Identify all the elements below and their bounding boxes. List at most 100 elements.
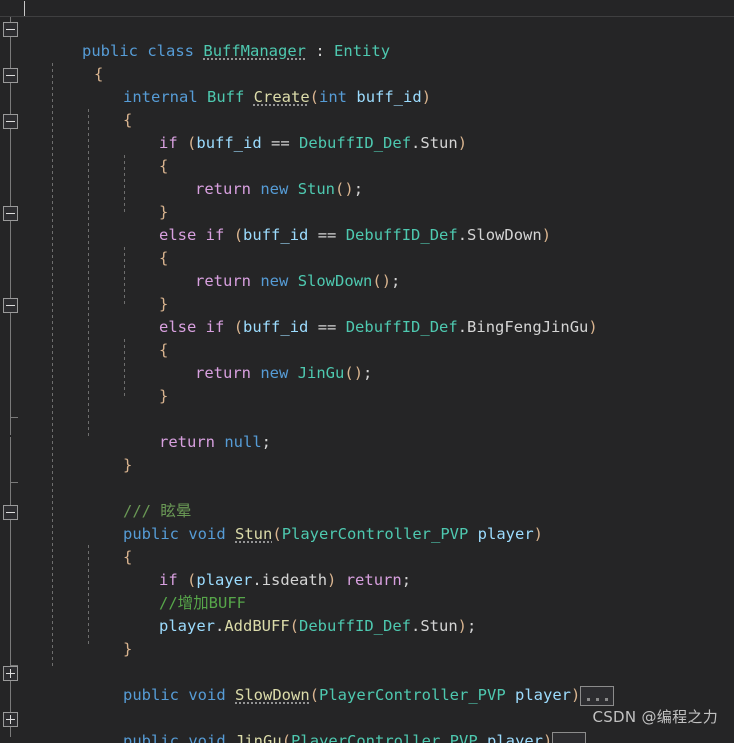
token-var-buff-id: buff_id — [243, 226, 309, 244]
code-line-16: } — [103, 362, 168, 405]
code-line-25: //增加BUFF — [103, 569, 246, 612]
token-dot: . — [457, 318, 468, 336]
token-eqeq: == — [271, 134, 290, 152]
token-type-entity: Entity — [334, 42, 391, 60]
token-lparen: ( — [372, 272, 382, 290]
fold-toggle-class[interactable] — [3, 22, 18, 37]
fold-toggle-slowdown[interactable] — [3, 666, 18, 681]
code-line-12: } — [103, 270, 168, 313]
text-cursor — [24, 1, 25, 16]
fold-toggle-create[interactable] — [3, 68, 18, 83]
token-colon: : — [315, 42, 325, 60]
code-line-31: public void JinGu(PlayerController_PVP p… — [67, 707, 587, 743]
token-var-buff-id: buff_id — [356, 88, 422, 106]
token-type-playercontroller-pvp: PlayerController_PVP — [281, 525, 469, 543]
token-type-slowdown: SlowDown — [297, 272, 373, 290]
code-line-19: } — [67, 431, 132, 474]
token-eqeq: == — [317, 226, 337, 244]
token-keyword-new: new — [260, 180, 289, 198]
token-semi: ; — [363, 364, 373, 382]
outline-tick-a — [10, 417, 18, 418]
token-rparen: ) — [541, 226, 552, 244]
token-keyword-new: new — [260, 364, 289, 382]
fold-toggle-jingu[interactable] — [3, 712, 18, 727]
token-rparen: ) — [588, 318, 598, 336]
fold-toggle-else-jingu[interactable] — [3, 298, 18, 313]
collapsed-region-slowdown[interactable] — [580, 685, 615, 706]
fold-gutter[interactable] — [0, 17, 22, 743]
code-line-11: return new SlowDown(); — [139, 247, 400, 290]
code-line-3: internal Buff Create(int buff_id) — [67, 63, 431, 106]
token-ctl-return: return — [195, 364, 251, 382]
token-fn-slowdown: SlowDown — [235, 686, 310, 704]
token-keyword-void: void — [188, 525, 226, 543]
token-lparen: ( — [309, 686, 320, 704]
token-lparen: ( — [233, 318, 244, 336]
token-member-stun: Stun — [420, 134, 458, 152]
code-line-8: } — [103, 178, 168, 221]
token-rparen: ) — [457, 617, 468, 635]
token-fn-stun: Stun — [235, 525, 273, 543]
token-type-debuffid-def: DebuffID_Def — [345, 318, 458, 336]
token-rparen: ) — [353, 364, 364, 382]
fold-toggle-else-slow[interactable] — [3, 206, 18, 221]
token-member-isdeath: isdeath — [261, 571, 328, 589]
code-line-26: player.AddBUFF(DebuffID_Def.Stun); — [103, 592, 476, 635]
token-rparen: ) — [381, 272, 392, 290]
token-keyword-void: void — [188, 732, 226, 743]
editor-top-strip — [0, 0, 734, 17]
token-ctl-return: return — [159, 433, 215, 451]
fold-toggle-if-stun[interactable] — [3, 114, 18, 129]
fold-toggle-method-stun[interactable] — [3, 505, 18, 520]
collapsed-region-jingu[interactable] — [552, 731, 587, 743]
token-dot: . — [252, 571, 262, 589]
code-line-15: return new JinGu(); — [139, 339, 372, 382]
token-keyword-public: public — [123, 732, 179, 743]
token-type-debuffid-def: DebuffID_Def — [345, 226, 458, 244]
indent-guide-2 — [88, 109, 89, 436]
code-line-21: /// 眩晕 — [67, 477, 191, 520]
token-rparen: ) — [421, 88, 432, 106]
token-rbrace: } — [123, 456, 133, 474]
code-line-22: public void Stun(PlayerController_PVP pl… — [67, 500, 543, 543]
token-type-jingu: JinGu — [297, 364, 345, 382]
code-line-5: if (buff_id == DebuffID_Def.Stun) — [103, 109, 467, 152]
code-line-1: public class BuffManager : Entity — [26, 17, 390, 60]
token-member-bingfengjingu: BingFengJinGu — [467, 318, 589, 336]
token-type-debuffid-def: DebuffID_Def — [299, 134, 412, 152]
ellipsis-dot — [596, 697, 600, 701]
code-line-10: { — [103, 224, 168, 267]
token-keyword-public: public — [123, 686, 179, 704]
code-line-6: { — [103, 132, 168, 175]
token-rparen: ) — [344, 180, 354, 198]
token-rparen: ) — [327, 571, 337, 589]
indent-guide-1 — [52, 63, 53, 668]
token-semi: ; — [353, 180, 364, 198]
code-text-area[interactable]: public class BuffManager : Entity { inte… — [22, 17, 734, 743]
token-rparen: ) — [543, 732, 553, 743]
code-line-2: { — [38, 40, 103, 83]
code-line-14: { — [103, 316, 168, 359]
token-var-player: player — [515, 686, 571, 704]
token-rparen: ) — [571, 686, 581, 704]
token-ctl-return: return — [195, 272, 251, 290]
token-var-player: player — [159, 617, 215, 635]
